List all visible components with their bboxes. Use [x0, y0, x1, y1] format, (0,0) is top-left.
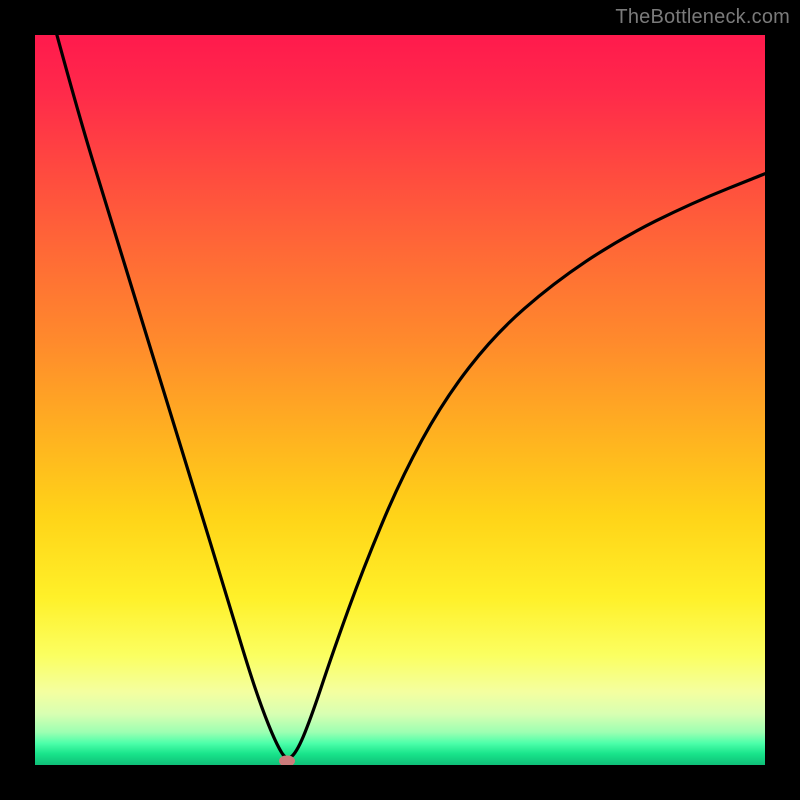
chart-frame: TheBottleneck.com: [0, 0, 800, 800]
bottleneck-curve: [35, 35, 765, 765]
optimal-point-marker: [279, 756, 295, 765]
plot-area: [35, 35, 765, 765]
watermark-text: TheBottleneck.com: [615, 6, 790, 29]
curve-path: [57, 35, 765, 758]
